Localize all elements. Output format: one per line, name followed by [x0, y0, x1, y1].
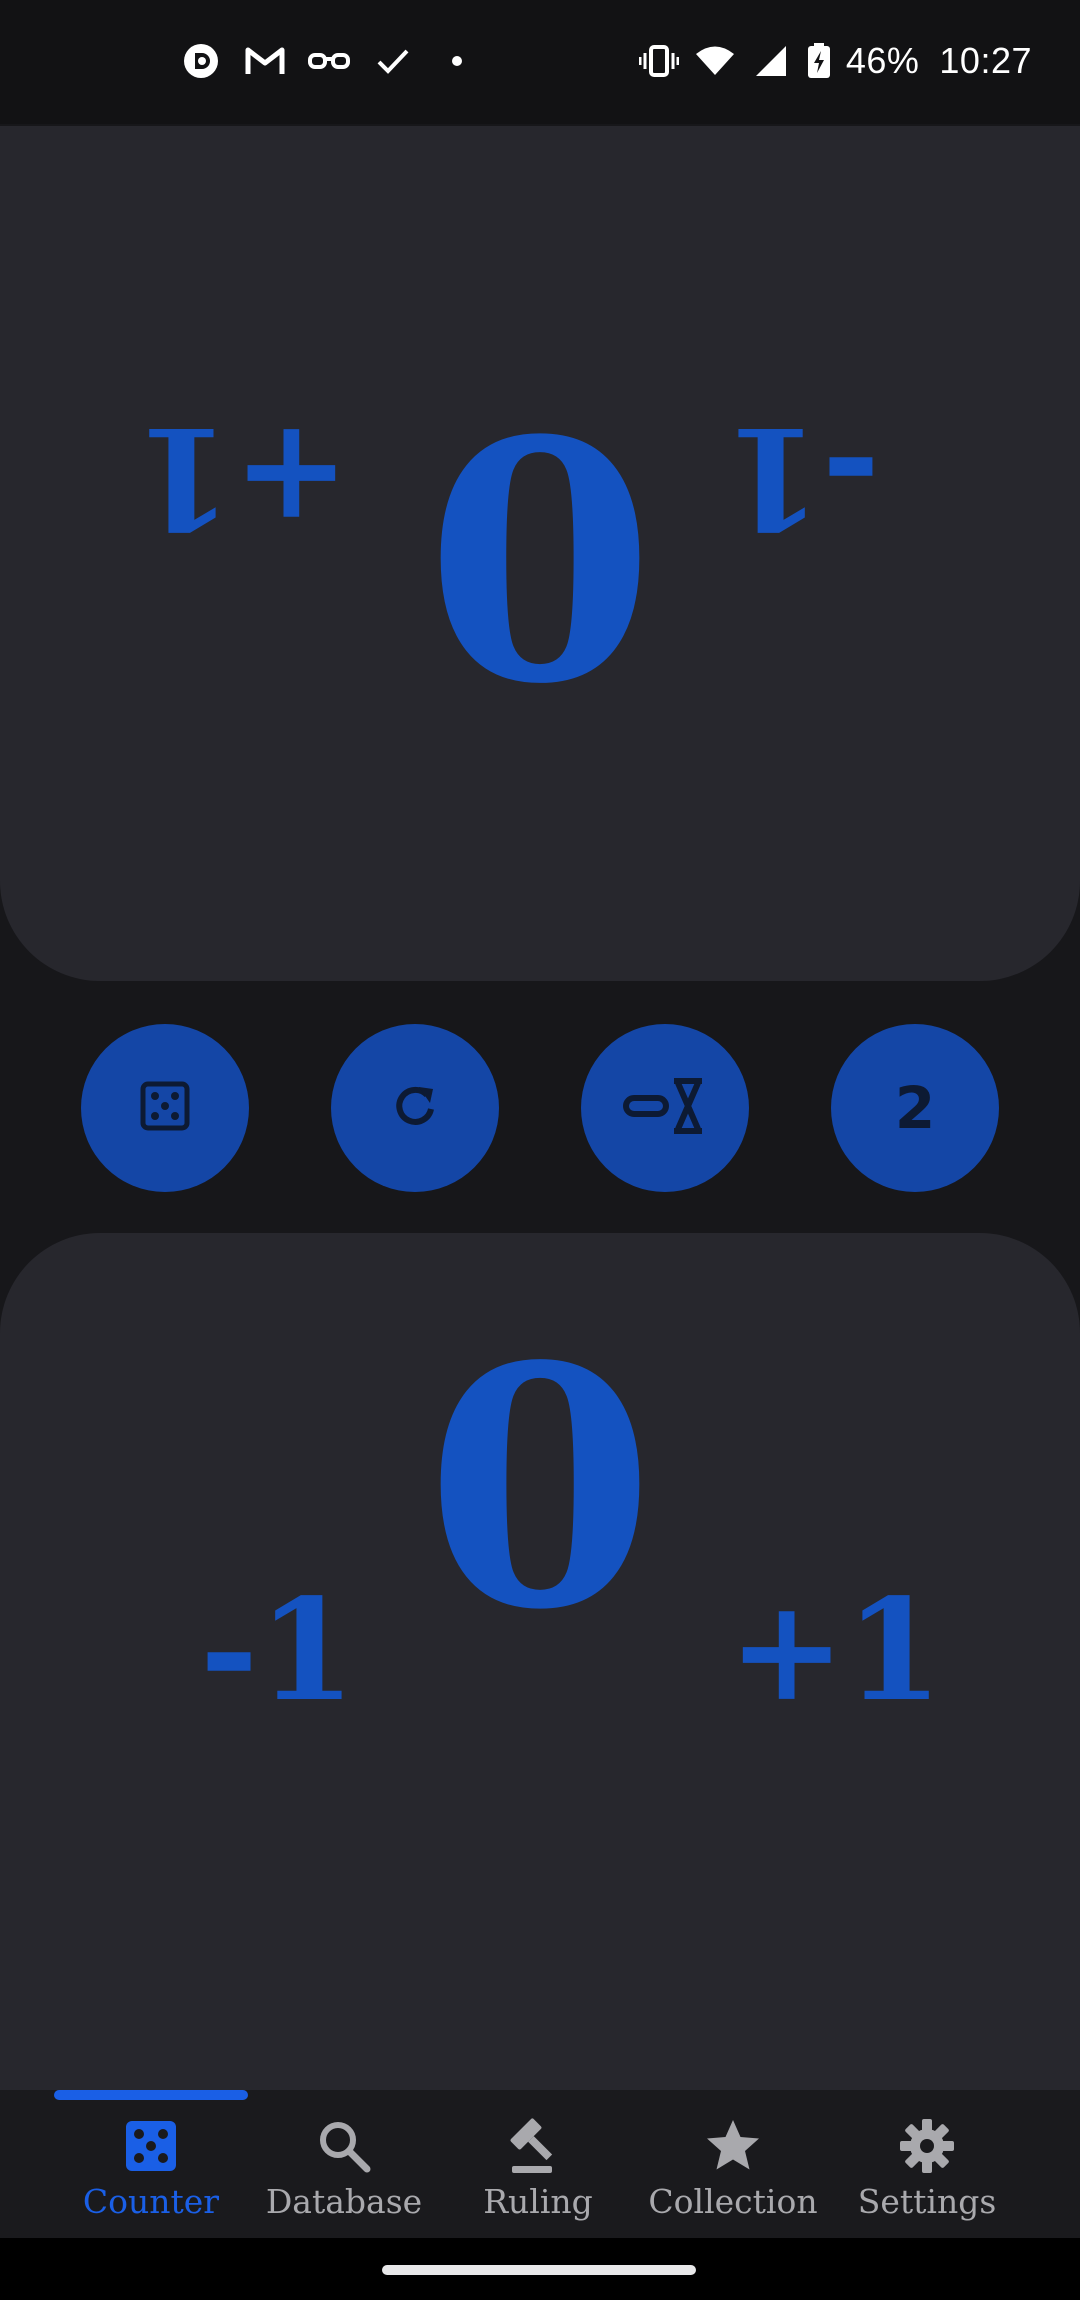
- nav-item-counter[interactable]: Counter: [54, 2116, 248, 2226]
- check-icon: [372, 40, 414, 82]
- nav-item-ruling[interactable]: Ruling: [441, 2116, 635, 2226]
- player-top-panel: 0 -1 +1: [0, 126, 1080, 981]
- player-top-decrement-button[interactable]: -1: [724, 395, 880, 559]
- nav-label-collection: Collection: [648, 2182, 818, 2221]
- nav-item-settings[interactable]: Settings: [830, 2116, 1024, 2226]
- gesture-handle[interactable]: [382, 2265, 696, 2275]
- signal-icon: [750, 40, 792, 82]
- infinity-hourglass-icon: [622, 1077, 708, 1139]
- dot-icon: [436, 40, 478, 82]
- nav-item-database[interactable]: Database: [247, 2116, 441, 2226]
- player-count-label: 2: [894, 1074, 936, 1142]
- system-icons: 46% 10:27: [638, 38, 1032, 84]
- vibrate-icon: [638, 40, 680, 82]
- gmail-icon: [244, 40, 286, 82]
- nav-active-indicator: [54, 2090, 248, 2100]
- nav-label-counter: Counter: [82, 2182, 220, 2221]
- pocket-casts-icon: [180, 40, 222, 82]
- clock: 10:27: [939, 40, 1032, 81]
- player-count-button[interactable]: 2: [831, 1024, 999, 1192]
- dice-icon: [121, 2116, 181, 2176]
- nav-label-database: Database: [265, 2182, 423, 2221]
- search-icon: [314, 2116, 374, 2176]
- reset-button[interactable]: [331, 1024, 499, 1192]
- nav-item-collection[interactable]: Collection: [636, 2116, 830, 2226]
- notification-icons: [180, 38, 478, 84]
- glasses-icon: [308, 40, 350, 82]
- battery-percent: 46%: [845, 40, 920, 81]
- timer-button[interactable]: [581, 1024, 749, 1192]
- player-bottom-panel: 0 -1 +1: [0, 1233, 1080, 2090]
- nav-label-settings: Settings: [857, 2182, 997, 2221]
- bottom-navigation: Counter Database Ruling Collection Setti…: [0, 2090, 1080, 2238]
- battery-charging-icon: [806, 40, 832, 82]
- gear-icon: [897, 2116, 957, 2176]
- dice-roll-button[interactable]: [81, 1024, 249, 1192]
- player-top-rotated-area: 0 -1 +1: [0, 126, 1080, 981]
- status-bar: 46% 10:27: [0, 0, 1080, 124]
- wifi-icon: [694, 40, 736, 82]
- reset-icon: [390, 1081, 440, 1135]
- player-top-increment-button[interactable]: +1: [135, 395, 350, 559]
- player-bottom-decrement-button[interactable]: -1: [200, 1581, 356, 1721]
- star-icon: [703, 2116, 763, 2176]
- nav-label-ruling: Ruling: [483, 2182, 593, 2221]
- player-bottom-increment-button[interactable]: +1: [728, 1581, 943, 1721]
- dice-icon: [139, 1080, 191, 1136]
- gavel-icon: [508, 2116, 568, 2176]
